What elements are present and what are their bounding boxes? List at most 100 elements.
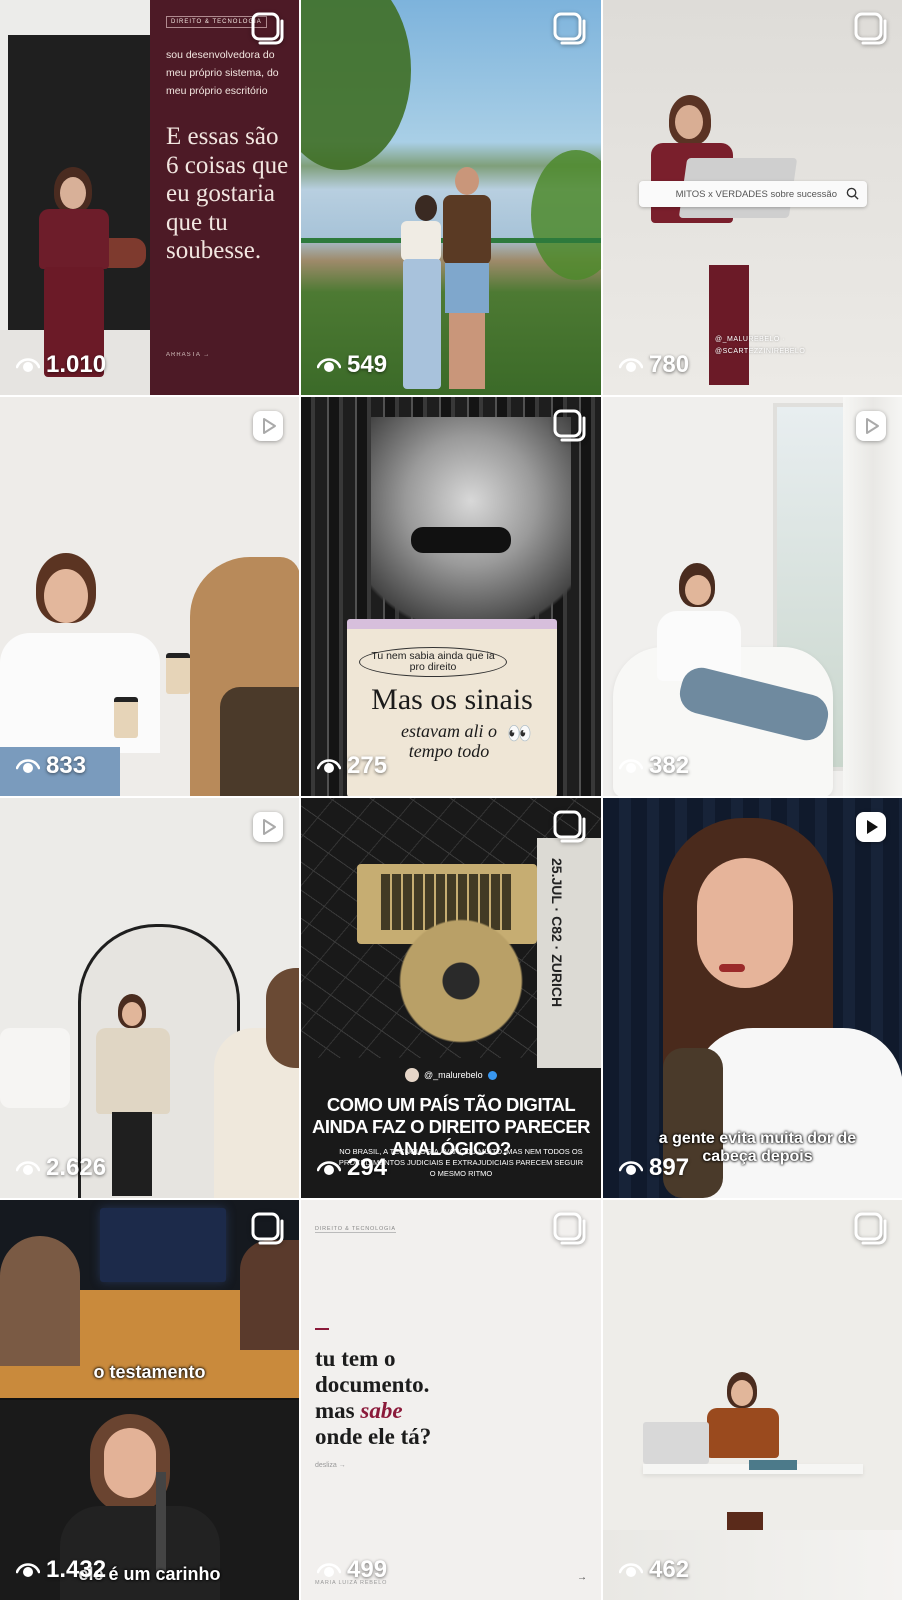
- video-caption-top: o testamento: [93, 1362, 206, 1382]
- carousel-icon: [251, 1212, 284, 1245]
- eye-icon: [16, 1161, 40, 1175]
- coffee-cup: [166, 653, 190, 694]
- view-count: 549: [317, 351, 387, 379]
- view-count: 1.010: [16, 351, 106, 379]
- card-subline: estavam ali o tempo todo: [401, 721, 497, 761]
- post-tile-9[interactable]: a gente evita muita dor de cabeça depois…: [603, 798, 902, 1198]
- tree: [301, 0, 411, 170]
- post-tile-1[interactable]: DIREITO & TECNOLOGIA sou desenvolvedora …: [0, 0, 299, 395]
- view-count-value: 549: [347, 351, 388, 378]
- carousel-icon: [553, 409, 586, 442]
- logo-screen: [100, 1208, 226, 1282]
- search-icon: [846, 187, 859, 200]
- eye-icon: [16, 759, 40, 773]
- search-text: MITOS x VERDADES sobre sucessão: [675, 188, 837, 200]
- post-line-3: onde ele tá?: [315, 1424, 432, 1449]
- post-tile-7[interactable]: 2.626: [0, 798, 299, 1198]
- eyes-emoji: 👀: [507, 723, 532, 745]
- view-count: 294: [317, 1154, 387, 1182]
- view-count-value: 897: [649, 1154, 690, 1181]
- view-count: 2.626: [16, 1154, 106, 1182]
- post-tile-8[interactable]: 25.JUL · C82 · ZURICH @_malurebelo COMO …: [301, 798, 601, 1198]
- post-text: tu tem o documento. mas sabe onde ele tá…: [315, 1346, 515, 1450]
- post-tile-5[interactable]: Tu nem sabia ainda que ia pro direito Ma…: [301, 397, 601, 796]
- curtain: [843, 397, 902, 796]
- view-count: 780: [619, 351, 689, 379]
- handle: @_malurebelo: [405, 1068, 497, 1082]
- sunglasses: [411, 527, 511, 553]
- sofa: [0, 1028, 70, 1108]
- post-line-2: mas sabe: [315, 1398, 403, 1423]
- emphasis-word: sabe: [360, 1398, 403, 1423]
- verified-icon: [487, 1070, 497, 1080]
- search-bar[interactable]: MITOS x VERDADES sobre sucessão: [639, 181, 867, 207]
- view-count-value: 499: [347, 1556, 388, 1583]
- view-count: 833: [16, 752, 86, 780]
- eye-icon: [317, 358, 341, 372]
- view-count: 462: [619, 1556, 689, 1584]
- post-line-1: tu tem o documento.: [315, 1346, 430, 1397]
- view-count-value: 833: [46, 752, 87, 779]
- reel-icon: [856, 812, 886, 842]
- post-tile-12[interactable]: 462: [603, 1200, 902, 1600]
- view-count-value: 462: [649, 1556, 690, 1583]
- handles: @_MALUREBELO · @SCARTEZZINIREBELO: [715, 336, 806, 355]
- eye-icon: [619, 358, 643, 372]
- hands-photo: [391, 918, 531, 1058]
- view-count-value: 294: [347, 1154, 388, 1181]
- carousel-icon: [854, 12, 887, 45]
- panel-title: E essas são 6 coisas que eu gostaria que…: [166, 123, 289, 264]
- panel-intro: sou desenvolvedora do meu próprio sistem…: [166, 49, 279, 97]
- swipe-hint: desliza →: [315, 1462, 346, 1469]
- handle-text: @_malurebelo: [424, 1070, 483, 1080]
- view-count-value: 382: [649, 752, 690, 779]
- carousel-icon: [854, 1212, 887, 1245]
- post-tile-11[interactable]: DIREITO & TECNOLOGIA tu tem o documento.…: [301, 1200, 601, 1600]
- view-count-value: 1.432: [46, 1556, 107, 1583]
- post-tile-3[interactable]: MITOS x VERDADES sobre sucessão @_MALURE…: [603, 0, 902, 395]
- laptop: [643, 1422, 709, 1464]
- avatar: [405, 1068, 419, 1082]
- view-count-value: 275: [347, 752, 388, 779]
- books: [749, 1460, 797, 1470]
- view-count-value: 2.626: [46, 1154, 107, 1181]
- couple-photo: [387, 165, 507, 395]
- post-tile-2[interactable]: 549: [301, 0, 601, 395]
- carousel-icon: [553, 810, 586, 843]
- card-headline: Mas os sinais: [371, 683, 533, 716]
- eye-icon: [16, 358, 40, 372]
- eye-icon: [317, 759, 341, 773]
- ticket: 25.JUL · C82 · ZURICH: [537, 838, 601, 1068]
- reel-icon: [253, 411, 283, 441]
- view-count: 499: [317, 1556, 387, 1584]
- view-count: 382: [619, 752, 689, 780]
- carousel-icon: [251, 12, 284, 45]
- eye-icon: [317, 1161, 341, 1175]
- post-grid: DIREITO & TECNOLOGIA sou desenvolvedora …: [0, 0, 902, 1600]
- eye-icon: [619, 759, 643, 773]
- view-count: 275: [317, 752, 387, 780]
- post-tile-4[interactable]: 833: [0, 397, 299, 796]
- eye-icon: [619, 1563, 643, 1577]
- post-tag: DIREITO & TECNOLOGIA: [315, 1226, 396, 1233]
- carousel-icon: [553, 1212, 586, 1245]
- accent-line: [315, 1328, 329, 1330]
- reel-icon: [253, 812, 283, 842]
- carousel-icon: [553, 12, 586, 45]
- view-count: 1.432: [16, 1556, 106, 1584]
- eye-icon: [16, 1563, 40, 1577]
- post-tile-6[interactable]: 382: [603, 397, 902, 796]
- view-count-value: 780: [649, 351, 690, 378]
- arrow-icon: →: [577, 1572, 587, 1583]
- eye-icon: [619, 1161, 643, 1175]
- view-count: 897: [619, 1154, 689, 1182]
- reel-icon: [856, 411, 886, 441]
- speech-bubble: Tu nem sabia ainda que ia pro direito: [359, 647, 507, 677]
- text-panel: DIREITO & TECNOLOGIA sou desenvolvedora …: [150, 0, 299, 395]
- panel-footer: ARRASTA →: [166, 352, 211, 358]
- eye-icon: [317, 1563, 341, 1577]
- view-count-value: 1.010: [46, 351, 107, 378]
- post-tile-10[interactable]: o testamento ele é um carinho 1.432: [0, 1200, 299, 1600]
- ticket-text: 25.JUL · C82 · ZURICH: [549, 858, 565, 1008]
- coffee-cup: [114, 697, 138, 738]
